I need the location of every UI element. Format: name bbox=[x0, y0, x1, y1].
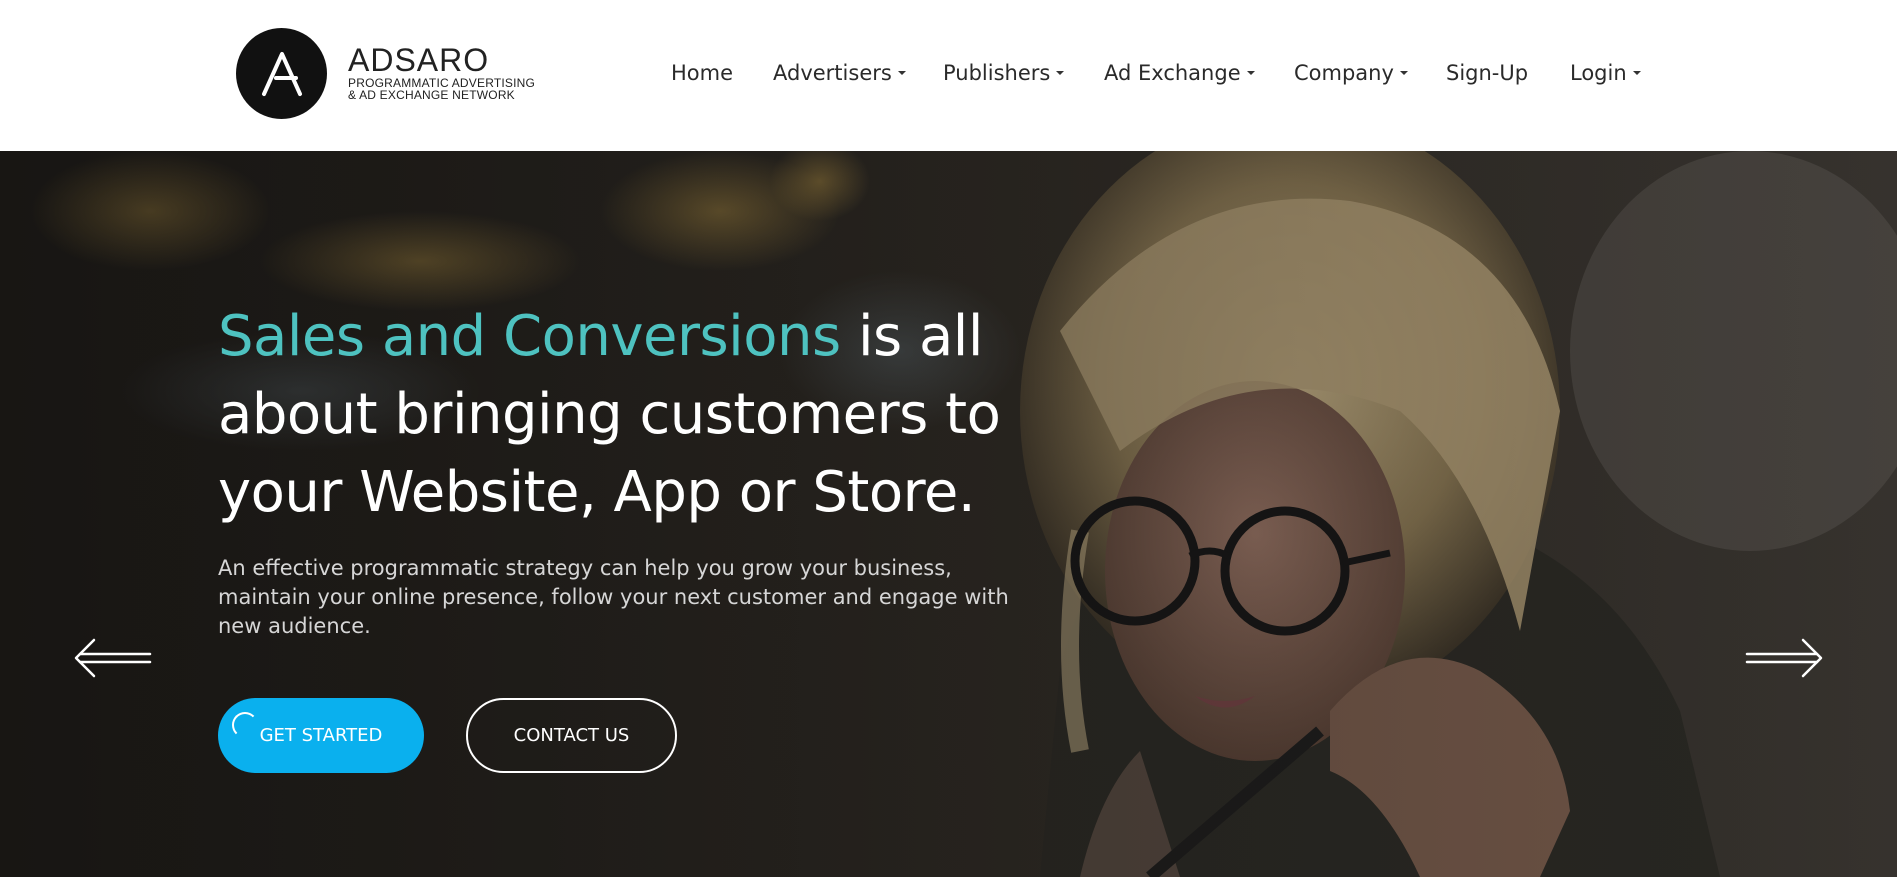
cta-row: GET STARTED CONTACT US bbox=[218, 698, 677, 773]
headline-accent: Sales and Conversions bbox=[218, 304, 841, 369]
nav-item-label: Company bbox=[1294, 61, 1394, 85]
caret-down-icon bbox=[1632, 71, 1641, 75]
arrow-right-icon bbox=[1745, 638, 1823, 678]
get-started-button[interactable]: GET STARTED bbox=[218, 698, 424, 773]
loading-spinner-icon bbox=[232, 712, 258, 738]
nav-item-label: Login bbox=[1570, 61, 1627, 85]
nav-item-sign-up[interactable]: Sign-Up bbox=[1446, 56, 1528, 90]
nav-item-label: Ad Exchange bbox=[1104, 61, 1241, 85]
slider-next-button[interactable] bbox=[1741, 636, 1825, 680]
brand-tagline-line2: & AD EXCHANGE NETWORK bbox=[348, 87, 515, 102]
brand-text: ADSARO PROGRAMMATIC ADVERTISING & AD EXC… bbox=[348, 43, 535, 101]
arrow-left-icon bbox=[74, 638, 152, 678]
get-started-label: GET STARTED bbox=[259, 725, 383, 746]
nav-item-label: Publishers bbox=[943, 61, 1051, 85]
a-letter-logo-icon bbox=[236, 28, 327, 119]
hero-subtext: An effective programmatic strategy can h… bbox=[218, 556, 1009, 638]
contact-us-button[interactable]: CONTACT US bbox=[466, 698, 677, 773]
caret-down-icon bbox=[1056, 71, 1065, 75]
contact-us-label: CONTACT US bbox=[513, 725, 630, 746]
caret-down-icon bbox=[897, 71, 906, 75]
hero-headline: Sales and Conversions is all about bringi… bbox=[218, 298, 1118, 532]
nav-item-ad-exchange[interactable]: Ad Exchange bbox=[1104, 56, 1255, 90]
nav-item-label: Home bbox=[671, 61, 734, 85]
nav-item-publishers[interactable]: Publishers bbox=[943, 56, 1065, 90]
slider-prev-button[interactable] bbox=[72, 636, 156, 680]
nav-item-label: Advertisers bbox=[773, 61, 892, 85]
nav-item-home[interactable]: Home bbox=[671, 56, 733, 90]
brand-logo-link[interactable]: ADSARO PROGRAMMATIC ADVERTISING & AD EXC… bbox=[236, 28, 535, 119]
caret-down-icon bbox=[1246, 71, 1255, 75]
headline-rest: is all bbox=[840, 304, 983, 369]
nav-item-company[interactable]: Company bbox=[1294, 56, 1408, 90]
hero-slider: Sales and Conversions is all about bringi… bbox=[0, 151, 1897, 877]
caret-down-icon bbox=[1399, 71, 1408, 75]
headline-line3: your Website, App or Store. bbox=[218, 460, 976, 525]
nav-item-login[interactable]: Login bbox=[1570, 56, 1641, 90]
nav-item-advertisers[interactable]: Advertisers bbox=[773, 56, 906, 90]
nav-item-label: Sign-Up bbox=[1446, 61, 1529, 85]
brand-tagline-line1: PROGRAMMATIC ADVERTISING bbox=[348, 75, 536, 90]
headline-line2: about bringing customers to bbox=[218, 382, 1001, 447]
hero-content: Sales and Conversions is all about bringi… bbox=[218, 298, 1118, 773]
site-header: ADSARO PROGRAMMATIC ADVERTISING & AD EXC… bbox=[0, 0, 1897, 151]
brand-name: ADSARO bbox=[348, 41, 490, 78]
